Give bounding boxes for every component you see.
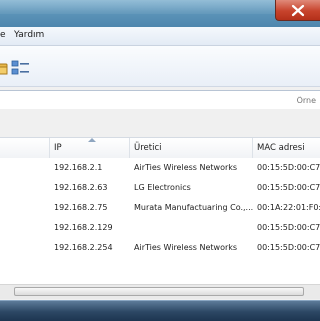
details-view-icon bbox=[11, 60, 29, 75]
cell-mac: 00:15:5D:00:C7: bbox=[257, 223, 320, 232]
titlebar-glass bbox=[0, 0, 320, 14]
cell-ip: 192.168.2.254 bbox=[54, 243, 113, 252]
column-header-blank[interactable] bbox=[0, 138, 50, 158]
cell-ip: 192.168.2.75 bbox=[54, 203, 108, 212]
table-row[interactable]: 192.168.2.254 AirTies Wireless Networks … bbox=[0, 238, 320, 258]
toolbar-view-button[interactable] bbox=[11, 59, 29, 77]
cell-vendor bbox=[130, 218, 253, 238]
scrollbar-thumb[interactable] bbox=[14, 287, 304, 296]
cell-vendor: Murata Manufactuaring Co.,... bbox=[134, 203, 253, 212]
cell-vendor: AirTies Wireless Networks bbox=[134, 163, 238, 172]
cell-mac: 00:15:5D:00:C7: bbox=[257, 183, 320, 192]
horizontal-scrollbar[interactable] bbox=[0, 284, 320, 299]
toolbar bbox=[0, 46, 320, 87]
close-button[interactable] bbox=[275, 0, 320, 21]
search-input[interactable] bbox=[0, 91, 320, 109]
column-header-mac[interactable]: MAC adresi bbox=[253, 138, 320, 158]
table-row[interactable]: 192.168.2.63 LG Electronics 00:15:5D:00:… bbox=[0, 178, 320, 198]
menu-item-partial[interactable]: e bbox=[0, 30, 6, 40]
cell-ip: 192.168.2.63 bbox=[54, 183, 108, 192]
cell-vendor: LG Electronics bbox=[134, 183, 191, 192]
cell-mac: 00:15:5D:00:C7: bbox=[257, 243, 320, 252]
menu-item-help[interactable]: Yardım bbox=[14, 30, 44, 40]
search-bar bbox=[0, 90, 320, 110]
table-row[interactable]: 192.168.2.1 AirTies Wireless Networks 00… bbox=[0, 158, 320, 178]
column-header-vendor[interactable]: Üretici bbox=[130, 138, 253, 158]
window-titlebar bbox=[0, 0, 320, 27]
panel-gap bbox=[0, 109, 320, 136]
cell-mac: 00:1A:22:01:F0: bbox=[257, 203, 320, 212]
table-row[interactable]: 192.168.2.129 00:15:5D:00:C7: bbox=[0, 218, 320, 238]
cell-ip: 192.168.2.1 bbox=[54, 163, 103, 172]
cell-vendor: AirTies Wireless Networks bbox=[134, 243, 238, 252]
close-icon bbox=[291, 4, 305, 17]
cell-mac: 00:15:5D:00:C7: bbox=[257, 163, 320, 172]
cell-ip: 192.168.2.129 bbox=[54, 223, 113, 232]
sort-ascending-icon bbox=[88, 138, 96, 142]
menu-bar: e Yardım bbox=[0, 27, 320, 46]
taskbar bbox=[0, 300, 320, 321]
device-table: 192.168.2.1 AirTies Wireless Networks 00… bbox=[0, 158, 320, 284]
table-row[interactable]: 192.168.2.75 Murata Manufactuaring Co.,.… bbox=[0, 198, 320, 218]
table-header: IP Üretici MAC adresi bbox=[0, 137, 320, 159]
